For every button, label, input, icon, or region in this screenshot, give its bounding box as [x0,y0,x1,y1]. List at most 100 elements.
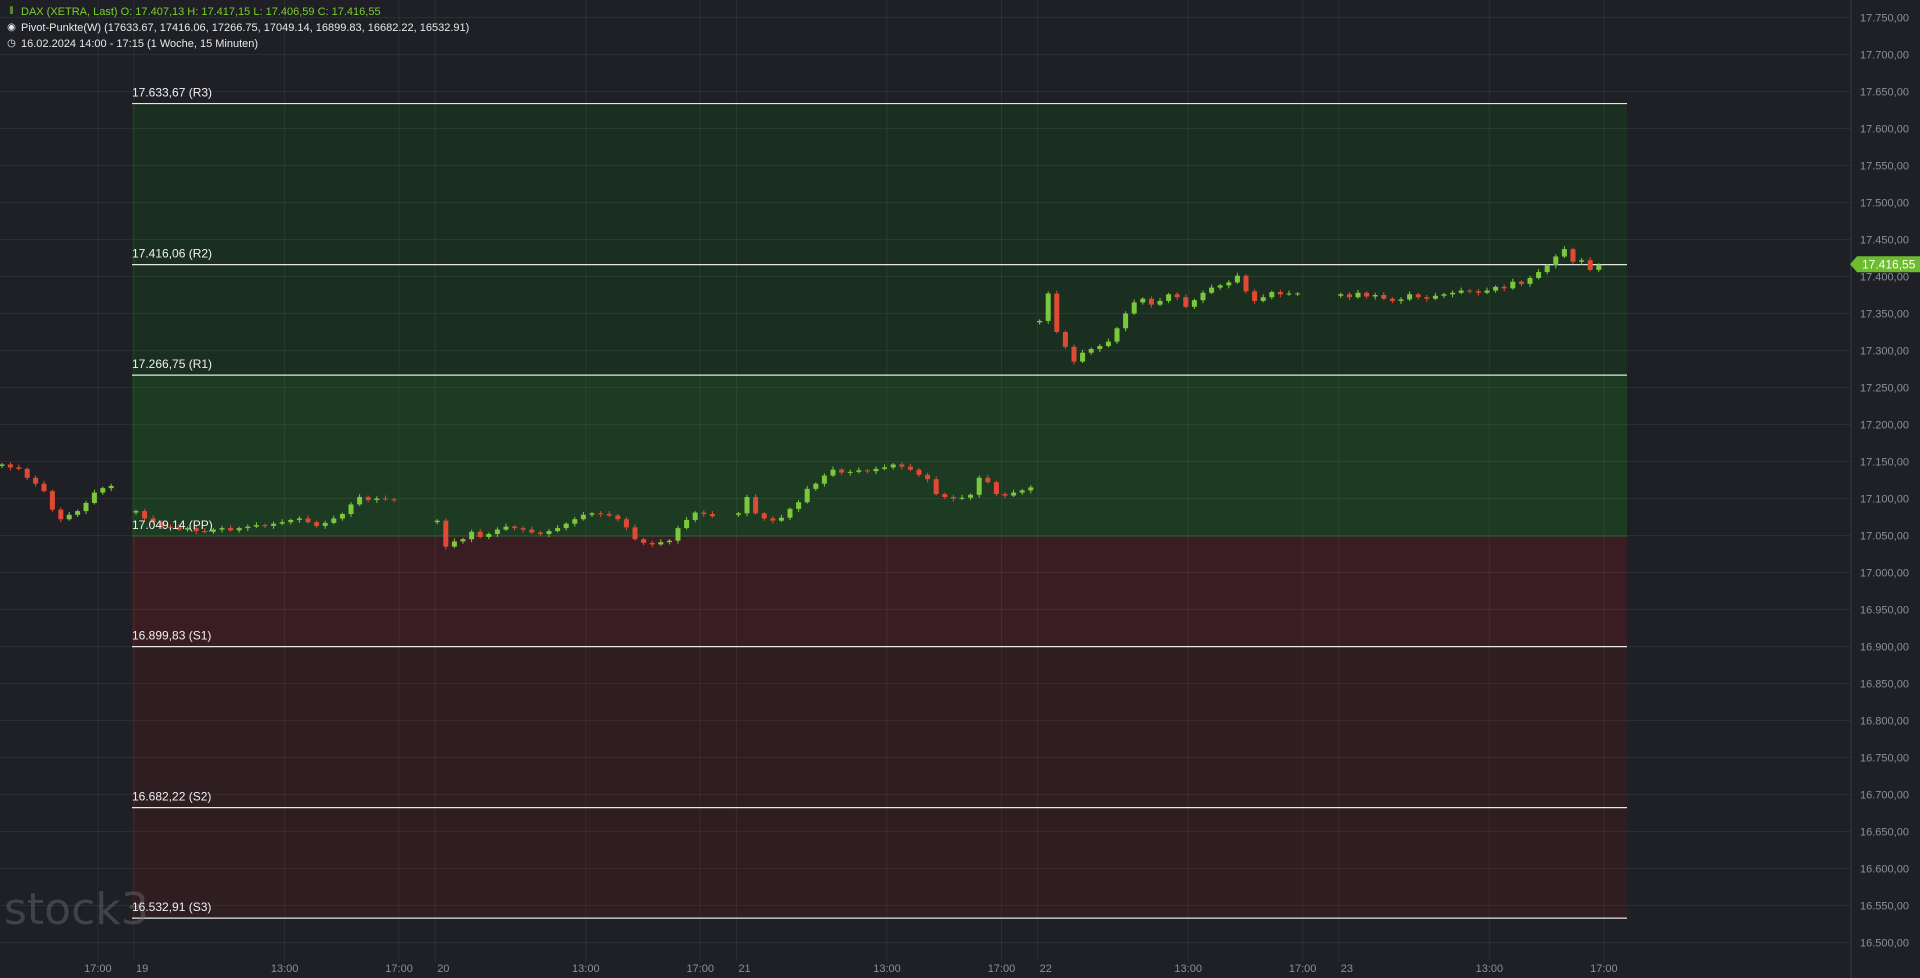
instrument-ohlc-text: DAX (XETRA, Last) O: 17.407,13 H: 17.417… [21,6,381,18]
candle-body [391,499,397,501]
candle-body [66,514,72,520]
candle-body [16,467,22,469]
candle-body [1355,292,1361,298]
time-tick-label: 21 [738,963,750,975]
candle-body [1561,249,1567,257]
candle-body [331,518,337,523]
period-legend: ◷ 16.02.2024 14:00 - 17:15 (1 Woche, 15 … [6,37,258,51]
candle-body [7,464,13,468]
candle-body [33,477,39,484]
price-tick-label: 17.300,00 [1860,346,1909,358]
candle-body [348,504,354,515]
candle-body [1234,275,1240,283]
time-tick-label: 13:00 [572,963,600,975]
time-tick-label: 17:00 [686,963,714,975]
candle-body [1148,298,1154,305]
candle-body [1587,260,1593,270]
instrument-legend[interactable]: ⫴ DAX (XETRA, Last) O: 17.407,13 H: 17.4… [6,5,381,19]
time-tick-label: 17:00 [988,963,1016,975]
candle-body [1553,256,1559,266]
time-tick-label: 19 [136,963,148,975]
candle-body [1398,299,1404,301]
price-tick-label: 17.500,00 [1860,198,1909,210]
time-tick-label: 17:00 [385,963,413,975]
last-price-badge: 17.416,55 [1850,256,1920,273]
pivot-zones [132,103,1627,919]
candle-body [83,502,89,512]
candle-body [985,477,991,483]
candle-body [778,517,784,521]
candle-body [24,468,30,478]
candle-body [1346,294,1352,298]
price-tick-label: 17.350,00 [1860,309,1909,321]
candle-body [796,502,802,509]
price-tick-label: 17.150,00 [1860,457,1909,469]
pivot-label-r2: 17.416,06 (R2) [132,247,212,261]
zone-s1-pp [132,536,1627,647]
candle-body [1415,294,1421,298]
candle-body [314,522,320,526]
candle-body [245,526,251,529]
price-tick-label: 16.500,00 [1860,938,1909,950]
candle-body [606,514,612,516]
candle-body [288,519,294,523]
candle-body [1200,292,1206,301]
candle-body [365,497,371,500]
price-tick-label: 16.550,00 [1860,901,1909,913]
price-tick-label: 17.100,00 [1860,494,1909,506]
candle-body [1260,297,1266,301]
time-tick-label: 22 [1040,963,1052,975]
candle-body [1527,277,1533,284]
candle-body [546,531,552,535]
candle-body [322,522,328,526]
candle-body [1252,291,1258,301]
candle-body [589,513,595,515]
price-tick-label: 17.750,00 [1860,13,1909,25]
candle-body [684,519,690,529]
candle-body [1080,352,1086,362]
pivot-label-s1: 16.899,83 (S1) [132,629,211,643]
time-tick-label: 23 [1341,963,1353,975]
price-tick-label: 16.650,00 [1860,827,1909,839]
candle-body [821,475,827,484]
candle-body [675,528,681,541]
candle-body [1424,297,1430,299]
candle-body [804,488,810,503]
candle-body [701,512,707,515]
candle-body [1054,293,1060,332]
candle-body [1226,282,1232,286]
candle-body [49,491,55,510]
candle-body [1372,295,1378,297]
candle-body [236,528,242,531]
candle-body [339,514,345,519]
candle-body [1166,294,1172,301]
indicator-legend[interactable]: ◉ Pivot-Punkte(W) (17633.67, 17416.06, 1… [6,21,469,35]
candle-body [787,508,793,518]
candle-body [563,523,569,529]
price-tick-label: 17.550,00 [1860,161,1909,173]
candle-body [770,518,776,521]
candle-body [1432,295,1438,299]
price-tick-label: 16.600,00 [1860,864,1909,876]
candle-body [641,539,647,543]
price-tick-label: 16.750,00 [1860,753,1909,765]
candle-body [1467,290,1473,292]
price-chart[interactable]: stock3 17.633,67 (R3) 17.416,06 (R2) 17.26… [0,0,1920,978]
candle-body [41,483,47,492]
candle-body [357,497,363,505]
candle-body [623,519,629,528]
candle-body [735,513,741,515]
candle-body [830,469,836,476]
price-tick-label: 16.850,00 [1860,679,1909,691]
candle-body [925,474,931,480]
candle-body [864,470,870,472]
candle-body [477,531,483,537]
candle-body [382,498,388,500]
candle-body [219,528,225,530]
candle-body [1518,281,1524,284]
candle-body [1501,286,1507,289]
watermark: stock3 [4,884,149,935]
candle-body [899,464,905,467]
candle-body [598,513,604,515]
candle-body [262,525,268,527]
